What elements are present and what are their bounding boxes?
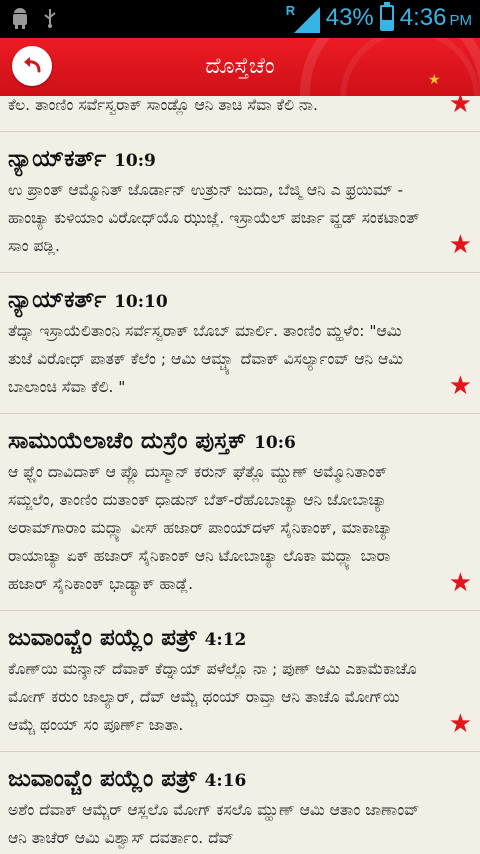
verse-item[interactable]: ಕೆಲ. ತಾಂಣಿಂ ಸರ್ವೆಸ್ವರಾಕ್ ಸಾಂಡ್ಲೊ ಆನಿ ತಾಚ… (0, 96, 480, 132)
verse-heading: ಸಾಮುಯೆಲಾಚೆಂ ದುಸ್ರೆಂ ಪುಸ್ತಕ್ 10:6 (8, 428, 430, 454)
notification-icons (10, 6, 60, 30)
favorite-star-icon[interactable]: ★ (449, 96, 472, 117)
favorite-star-icon[interactable]: ★ (449, 373, 472, 399)
verse-reference: 10:10 (114, 292, 168, 312)
verse-book: ಜುವಾಂವ್ಚೆಂ ಪಯ್ಲೆಂ ಪತ್ರ್ (8, 625, 197, 651)
verse-text: ಕೆಲ. ತಾಂಣಿಂ ಸರ್ವೆಸ್ವರಾಕ್ ಸಾಂಡ್ಲೊ ಆನಿ ತಾಚ… (8, 96, 318, 114)
battery-percent: 43% (325, 4, 374, 31)
verse-item[interactable]: ಜುವಾಂವ್ಚೆಂ ಪಯ್ಲೆಂ ಪತ್ರ್ 4:16 ಅಶೆಂ ದೆವಾಕ್ ಆ… (0, 752, 480, 854)
verse-heading: ನ್ಯಾಯ್‌ಕರ್ತ್ 10:10 (8, 287, 430, 313)
verse-heading: ಜುವಾಂವ್ಚೆಂ ಪಯ್ಲೆಂ ಪತ್ರ್ 4:12 (8, 625, 430, 651)
verse-item[interactable]: ಜುವಾಂವ್ಚೆಂ ಪಯ್ಲೆಂ ಪತ್ರ್ 4:12 ಕೊಣ್‌ಯಿ ಮನ್ಶಾ… (0, 611, 480, 752)
system-indicators: R 43% ⚡ 4:36 PM (286, 2, 472, 33)
back-button[interactable] (12, 46, 52, 86)
clock: 4:36 PM (400, 4, 472, 32)
signal-icon: R (286, 3, 320, 33)
verse-book: ಸಾಮುಯೆಲಾಚೆಂ ದುಸ್ರೆಂ ಪುಸ್ತಕ್ (8, 428, 247, 454)
verse-text: ಅಶೆಂ ದೆವಾಕ್ ಆಮ್ಚೆರ್ ಆಸ್ಲಲೊ ಮೋಗ್ ಕಸಲೊ ಮ್ಹ… (8, 801, 420, 847)
usb-icon (40, 6, 60, 30)
verse-list: ಕೆಲ. ತಾಂಣಿಂ ಸರ್ವೆಸ್ವರಾಕ್ ಸಾಂಡ್ಲೊ ಆನಿ ತಾಚ… (0, 96, 480, 854)
verse-heading: ಜುವಾಂವ್ಚೆಂ ಪಯ್ಲೆಂ ಪತ್ರ್ 4:16 (8, 766, 430, 792)
clock-time: 4:36 (399, 4, 447, 31)
verse-item[interactable]: ನ್ಯಾಯ್‌ಕರ್ತ್ 10:9 ಉ ಪ್ರಾಂತ್ ಆಮ್ಮೊನಿತ್ ಜೊರ್… (0, 132, 480, 273)
verse-text: ಕೊಣ್‌ಯಿ ಮನ್ಶಾನ್ ದೆವಾಕ್ ಕೆದ್ನಾಯ್ ಪಳೆಲ್ಲೊ … (8, 660, 417, 734)
verse-text: ಉ ಪ್ರಾಂತ್ ಆಮ್ಮೊನಿತ್ ಜೊರ್ಡಾನ್ ಉತ್ರುನ್ ಜುದ… (8, 181, 420, 255)
android-icon (10, 6, 30, 30)
back-arrow-icon (24, 57, 41, 73)
verse-book: ನ್ಯಾಯ್‌ಕರ್ತ್ (8, 146, 107, 172)
verse-book: ಜುವಾಂವ್ಚೆಂ ಪಯ್ಲೆಂ ಪತ್ರ್ (8, 766, 197, 792)
verse-list-viewport[interactable]: ಕೆಲ. ತಾಂಣಿಂ ಸರ್ವೆಸ್ವರಾಕ್ ಸಾಂಡ್ಲೊ ಆನಿ ತಾಚ… (0, 96, 480, 854)
verse-reference: 4:16 (204, 771, 247, 791)
verse-heading: ನ್ಯಾಯ್‌ಕರ್ತ್ 10:9 (8, 146, 430, 172)
battery-icon: ⚡ (379, 2, 394, 31)
verse-book: ನ್ಯಾಯ್‌ಕರ್ತ್ (8, 287, 107, 313)
app-bar: ★ ದೊಸ್ತೆಚೆಂ (0, 38, 480, 96)
favorite-star-icon[interactable]: ★ (449, 570, 472, 596)
page-title: ದೊಸ್ತೆಚೆಂ (205, 54, 275, 79)
status-bar: R 43% ⚡ 4:36 PM (0, 0, 480, 38)
verse-reference: 10:6 (254, 433, 296, 453)
clock-suffix: PM (449, 12, 473, 29)
verse-reference: 10:9 (114, 151, 156, 171)
verse-text: ಆ ಫ್ಣೆಂ ದಾವಿದಾಕ್ ಆ ಪ್ಲೊ ದುಸ್ಮಾನ್ ಕರುನ್ ಘ… (8, 463, 393, 593)
favorite-star-icon[interactable]: ★ (449, 232, 472, 258)
verse-reference: 4:12 (204, 630, 247, 650)
verse-item[interactable]: ನ್ಯಾಯ್‌ಕರ್ತ್ 10:10 ತೆದ್ನಾ ಇಸ್ರಾಯೆಲಿತಾಂನಿ ಸ… (0, 273, 480, 414)
favorite-star-icon[interactable]: ★ (449, 711, 472, 737)
verse-item[interactable]: ಸಾಮುಯೆಲಾಚೆಂ ದುಸ್ರೆಂ ಪುಸ್ತಕ್ 10:6 ಆ ಫ್ಣೆಂ ದ… (0, 414, 480, 611)
verse-text: ತೆದ್ನಾ ಇಸ್ರಾಯೆಲಿತಾಂನಿ ಸರ್ವೆಸ್ವರಾಕ್ ಬೊಬ್ … (8, 322, 404, 396)
